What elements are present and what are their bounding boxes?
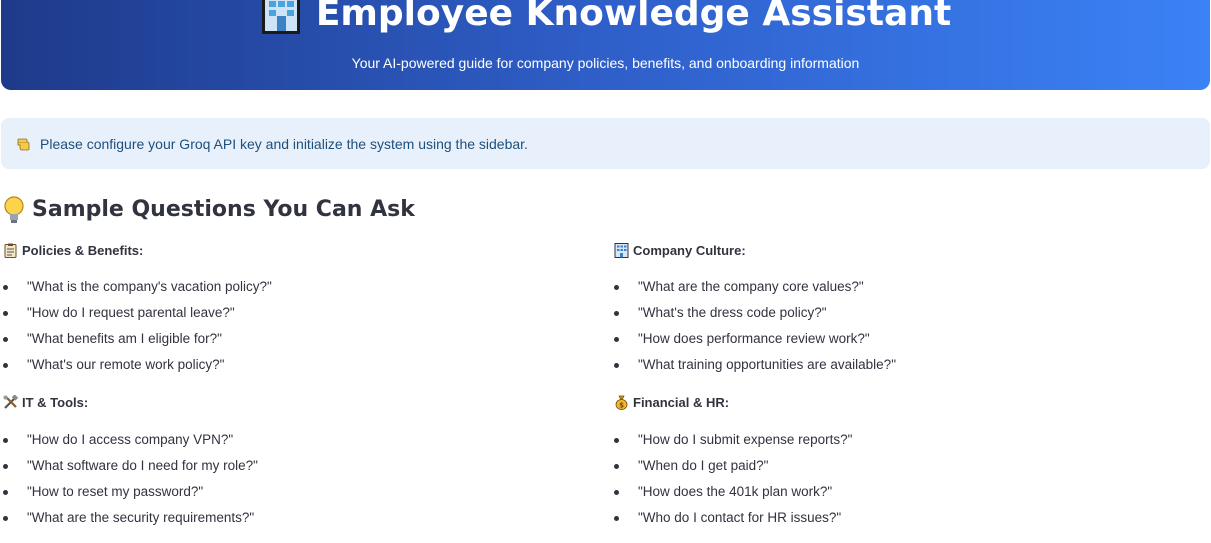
tools-icon: [3, 394, 18, 410]
info-text: Please configure your Groq API key and i…: [40, 135, 528, 152]
list-item: "What training opportunities are availab…: [614, 355, 896, 381]
category-financial-hr: $ Financial & HR:: [614, 392, 729, 412]
list-item: "Who do I contact for HR issues?": [614, 508, 852, 534]
list-item: "How do I access company VPN?": [3, 430, 258, 456]
page-title-row: Employee Knowledge Assistant: [1, 0, 1210, 40]
category-title: IT & Tools:: [22, 394, 89, 410]
category-company-culture: Company Culture:: [614, 240, 746, 260]
list-item: "What's the dress code policy?": [614, 303, 896, 329]
sample-questions-heading: Sample Questions You Can Ask: [2, 194, 415, 226]
question-list-culture: "What are the company core values?" "Wha…: [614, 277, 896, 381]
list-item: "How does the 401k plan work?": [614, 482, 852, 508]
page-subtitle: Your AI-powered guide for company polici…: [351, 55, 860, 71]
office-building-icon: [614, 242, 629, 258]
list-item: "What benefits am I eligible for?": [3, 329, 272, 355]
header-banner: Employee Knowledge Assistant Your AI-pow…: [1, 0, 1210, 90]
list-item: "What is the company's vacation policy?": [3, 277, 272, 303]
list-item: "How to reset my password?": [3, 482, 258, 508]
clipboard-icon: [3, 243, 18, 258]
pointing-hand-icon: [17, 137, 35, 151]
money-bag-icon: $: [614, 395, 629, 410]
list-item: "What's our remote work policy?": [3, 355, 272, 381]
list-item: "How do I request parental leave?": [3, 303, 272, 329]
info-alert: Please configure your Groq API key and i…: [1, 118, 1210, 169]
lightbulb-icon: [2, 195, 26, 225]
page-title: Employee Knowledge Assistant: [315, 0, 952, 34]
list-item: "What software do I need for my role?": [3, 456, 258, 482]
list-item: "What are the company core values?": [614, 277, 896, 303]
category-title: Company Culture:: [633, 242, 746, 258]
office-building-icon: [260, 0, 302, 34]
list-item: "What are the security requirements?": [3, 508, 258, 534]
question-list-it-tools: "How do I access company VPN?" "What sof…: [3, 430, 258, 534]
question-list-financial: "How do I submit expense reports?" "When…: [614, 430, 852, 534]
list-item: "When do I get paid?": [614, 456, 852, 482]
question-list-policies: "What is the company's vacation policy?"…: [3, 277, 272, 381]
category-title: Policies & Benefits:: [22, 242, 144, 258]
category-policies-benefits: Policies & Benefits:: [3, 240, 143, 260]
category-it-tools: IT & Tools:: [3, 392, 88, 412]
list-item: "How do I submit expense reports?": [614, 430, 852, 456]
svg-text:$: $: [619, 401, 624, 409]
list-item: "How does performance review work?": [614, 329, 896, 355]
sample-questions-title: Sample Questions You Can Ask: [32, 197, 415, 222]
category-title: Financial & HR:: [633, 394, 730, 410]
